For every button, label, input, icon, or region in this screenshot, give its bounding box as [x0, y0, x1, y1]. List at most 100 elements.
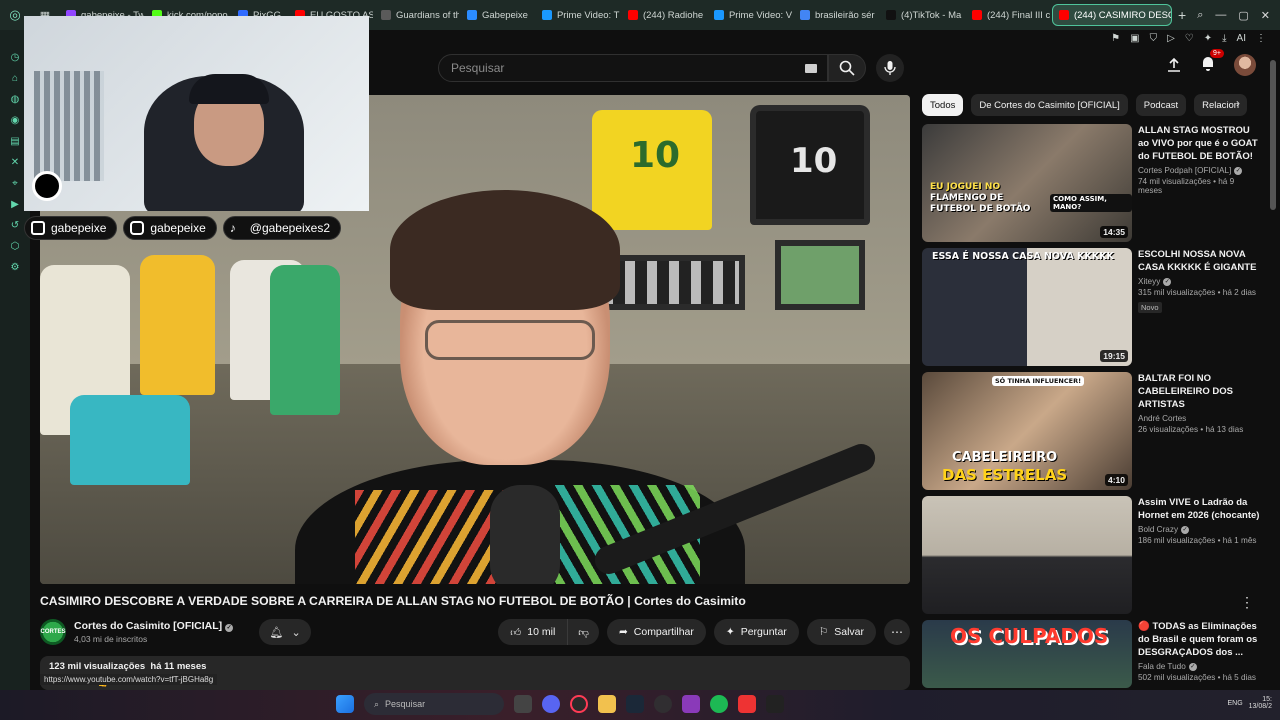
recommendation-title[interactable]: 🔴 TODAS as Eliminações do Brasil e quem …: [1138, 620, 1260, 659]
steam-icon[interactable]: [626, 695, 644, 713]
ask-button[interactable]: ✦ Perguntar: [713, 619, 799, 645]
minimize-icon[interactable]: —: [1215, 9, 1226, 22]
ai-button[interactable]: AI: [1237, 33, 1246, 44]
header-actions: 9+: [1166, 48, 1256, 76]
save-button[interactable]: ⚐ Salvar: [806, 619, 876, 645]
chip-all[interactable]: Todos: [922, 94, 964, 116]
browser-tab[interactable]: Guardians of th: [375, 4, 459, 26]
thumbnail-text: FUTEBOL DE BOTÃO: [930, 204, 1031, 214]
notifications-button[interactable]: 9+: [1200, 48, 1224, 76]
discord-icon[interactable]: [542, 695, 560, 713]
video-thumbnail[interactable]: OS CULPADOS: [922, 620, 1132, 688]
sidebar-whatsapp-icon[interactable]: ◍: [11, 94, 20, 105]
more-actions-button[interactable]: ⋯: [884, 619, 910, 645]
menu-icon[interactable]: ⋮: [1256, 33, 1266, 44]
obs-icon[interactable]: [654, 695, 672, 713]
verified-icon: ✓: [225, 624, 234, 632]
sidebar-store-icon[interactable]: ⌂: [12, 73, 18, 84]
recommendation-item[interactable]: SÓ TINHA INFLUENCER! CABELEIREIRO DAS ES…: [922, 372, 1262, 490]
recommendation-channel[interactable]: Fala de Tudo ✓: [1138, 662, 1260, 671]
task-view-icon[interactable]: [514, 695, 532, 713]
download-icon[interactable]: ⤓: [1222, 33, 1226, 44]
studio-microphone: [490, 485, 560, 584]
recommendation-item[interactable]: OS CULPADOS 🔴 TODAS as Eliminações do Br…: [922, 620, 1262, 688]
app-icon[interactable]: [738, 695, 756, 713]
chip-podcast[interactable]: Podcast: [1135, 94, 1187, 116]
chip-channel[interactable]: De Cortes do Casimito [OFICIAL]: [971, 94, 1128, 116]
sidebar-x-icon[interactable]: ✕: [11, 157, 19, 168]
sidebar-twitch-icon[interactable]: ▤: [10, 136, 19, 147]
browser-tab[interactable]: Prime Video: V: [708, 4, 792, 26]
recommendation-title[interactable]: Assim VIVE o Ladrão da Hornet em 2026 (c…: [1138, 496, 1260, 522]
extensions-icon[interactable]: ✦: [1204, 33, 1212, 44]
recommendation-item[interactable]: EU JOGUEI NO FLAMENGO DE FUTEBOL DE BOTÃ…: [922, 124, 1262, 242]
like-button[interactable]: 👍︎ 10 mil: [498, 619, 569, 645]
upload-icon[interactable]: [1166, 57, 1182, 73]
chevron-right-icon[interactable]: ›: [1236, 96, 1250, 114]
search-button[interactable]: [828, 54, 866, 82]
language-indicator[interactable]: ENG: [1227, 700, 1242, 707]
close-icon[interactable]: ✕: [1261, 9, 1270, 22]
browser-tab[interactable]: (244) Radiohe: [622, 4, 706, 26]
social-instagram: gabepeixe: [123, 216, 217, 240]
sidebar-extensions-icon[interactable]: ⬡: [11, 241, 20, 252]
verified-icon: ✓: [1181, 525, 1190, 534]
sidebar-settings-icon[interactable]: ⚙: [11, 262, 20, 273]
browser-tab[interactable]: brasileirão sér: [794, 4, 878, 26]
shield-icon[interactable]: ⛉: [1150, 33, 1158, 44]
keyboard-icon[interactable]: [805, 64, 817, 73]
sidebar-speed-icon[interactable]: ◷: [11, 52, 20, 63]
browser-tab[interactable]: (244) Final III c: [966, 4, 1050, 26]
browser-tab[interactable]: (4)TikTok - Ma: [880, 4, 964, 26]
file-explorer-icon[interactable]: [598, 695, 616, 713]
tab-favicon-icon: [380, 10, 391, 20]
subscribed-bell-button[interactable]: 🔔︎ ⌄: [259, 619, 312, 645]
dislike-button[interactable]: 👎︎: [568, 619, 599, 645]
maximize-icon[interactable]: ▢: [1238, 9, 1248, 22]
recommendation-channel[interactable]: Cortes Podpah [OFICIAL] ✓: [1138, 166, 1260, 175]
recommendation-channel[interactable]: Xiteyy ✓: [1138, 277, 1260, 286]
app-icon[interactable]: [682, 695, 700, 713]
recommendation-title[interactable]: BALTAR FOI NO CABELEIREIRO DOS ARTISTAS: [1138, 372, 1260, 411]
tab-label: brasileirão sér: [814, 9, 875, 21]
spotify-icon[interactable]: [710, 695, 728, 713]
bookmark-icon[interactable]: ⚑: [1111, 33, 1120, 44]
filter-chips: Todos De Cortes do Casimito [OFICIAL] Po…: [922, 94, 1252, 116]
browser-tab[interactable]: Prime Video: T: [536, 4, 620, 26]
heart-icon[interactable]: ♡: [1185, 33, 1194, 44]
windows-start-icon[interactable]: [336, 695, 354, 713]
app-icon[interactable]: [766, 695, 784, 713]
clock[interactable]: 15: 13/08/2: [1249, 696, 1272, 710]
more-vertical-icon[interactable]: ⋮: [1240, 594, 1254, 611]
play-icon[interactable]: ▷: [1167, 33, 1175, 44]
account-avatar[interactable]: [1234, 54, 1256, 76]
screenshot-icon[interactable]: ▣: [1130, 33, 1139, 44]
video-thumbnail[interactable]: SÓ TINHA INFLUENCER! CABELEIREIRO DAS ES…: [922, 372, 1132, 490]
video-thumbnail[interactable]: EU JOGUEI NO FLAMENGO DE FUTEBOL DE BOTÃ…: [922, 124, 1132, 242]
browser-tab[interactable]: Gabepeixe: [461, 4, 534, 26]
search-input[interactable]: Pesquisar: [438, 54, 828, 82]
sidebar-pin-icon[interactable]: ⌖: [12, 178, 18, 189]
recommendation-channel[interactable]: Bold Crazy ✓: [1138, 525, 1260, 534]
taskbar-search[interactable]: ⌕ Pesquisar: [364, 693, 504, 715]
sidebar-history-icon[interactable]: ↺: [11, 220, 19, 231]
browser-tab-active[interactable]: (244) CASIMIRO DESC: [1051, 4, 1172, 26]
voice-search-button[interactable]: [876, 54, 904, 82]
opera-gx-icon[interactable]: [570, 695, 588, 713]
tab-label: Prime Video: V: [728, 9, 792, 21]
page-scrollbar[interactable]: [1270, 60, 1276, 210]
recommendation-item[interactable]: Assim VIVE o Ladrão da Hornet em 2026 (c…: [922, 496, 1262, 614]
video-thumbnail[interactable]: ESSA É NOSSA CASA NOVA KKKKK 19:15: [922, 248, 1132, 366]
recommendation-title[interactable]: ESCOLHI NOSSA NOVA CASA KKKKK É GIGANTE: [1138, 248, 1260, 274]
search-tabs-icon[interactable]: ⌕: [1197, 9, 1203, 22]
sidebar-player-icon[interactable]: ▶: [11, 199, 19, 210]
recommendation-channel[interactable]: André Cortes: [1138, 414, 1260, 423]
video-thumbnail[interactable]: [922, 496, 1132, 614]
channel-name[interactable]: Cortes do Casimito [OFICIAL] ✓: [74, 620, 234, 632]
channel-avatar[interactable]: CORTES: [40, 619, 66, 645]
new-tab-button[interactable]: +: [1172, 7, 1192, 23]
sidebar-messenger-icon[interactable]: ◉: [11, 115, 20, 126]
recommendation-item[interactable]: ESSA É NOSSA CASA NOVA KKKKK 19:15 ESCOL…: [922, 248, 1262, 366]
share-button[interactable]: ➦ Compartilhar: [606, 619, 706, 645]
recommendation-title[interactable]: ALLAN STAG MOSTROU ao VIVO por que é o G…: [1138, 124, 1260, 163]
